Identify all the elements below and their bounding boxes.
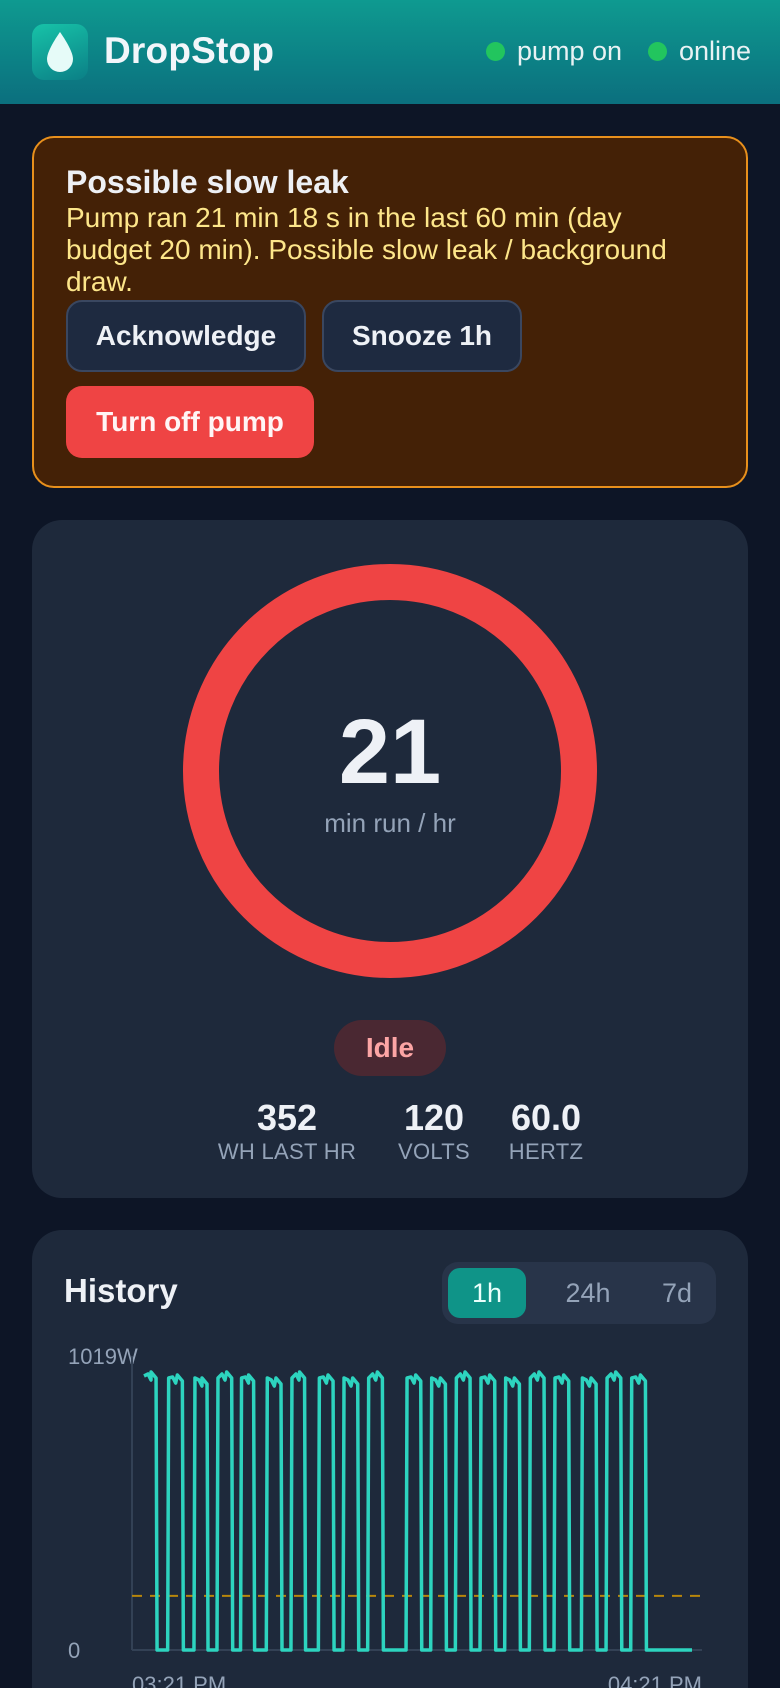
power-series-line (143, 1370, 693, 1652)
leak-alert-banner: Possible slow leak Pump ran 21 min 18 s … (32, 136, 748, 488)
y-axis-max-label: 1019W (68, 1344, 138, 1369)
alert-title: Possible slow leak (66, 164, 349, 200)
connection-status: online (648, 36, 751, 67)
alert-message: Pump ran 21 min 18 s in the last 60 min … (66, 202, 667, 297)
metric-label: HERTZ (508, 1139, 584, 1164)
pump-state-badge: Idle (334, 1020, 446, 1076)
range-1h-button[interactable]: 1h (448, 1268, 526, 1318)
range-selector: 1h 24h 7d (442, 1262, 716, 1324)
runtime-value: 21 (338, 701, 442, 803)
metric-value: 120 (403, 1097, 465, 1138)
history-title: History (64, 1272, 178, 1309)
runtime-unit: min run / hr (324, 808, 456, 838)
pump-status-label: pump on (517, 36, 623, 66)
metric-volts: 120 VOLTS (384, 1098, 484, 1166)
metric-wh-last-hr: 352 WH LAST HR (202, 1098, 372, 1166)
water-drop-icon (47, 32, 73, 72)
pump-status-dot (486, 42, 505, 61)
metric-hertz: 60.0 HERTZ (496, 1098, 596, 1166)
connection-status-label: online (679, 36, 752, 66)
metric-value: 352 (256, 1097, 318, 1138)
pump-status: pump on (486, 36, 622, 67)
range-24h-button[interactable]: 24h (538, 1268, 638, 1318)
snooze-button[interactable]: Snooze 1h (322, 300, 522, 372)
y-axis-min-label: 0 (68, 1638, 80, 1663)
app-logo (32, 24, 88, 80)
power-history-chart: 1019W 0 03:21 PM 04:21 PM (68, 1344, 702, 1688)
runtime-gauge-card: 21 min run / hr Idle 352 WH LAST HR 120 … (32, 520, 748, 1198)
connection-status-dot (648, 42, 667, 61)
x-axis-start-label: 03:21 PM (132, 1672, 226, 1688)
history-card: History 1h 24h 7d 1019W 0 03:21 PM 04:21… (32, 1230, 748, 1688)
acknowledge-button[interactable]: Acknowledge (66, 300, 306, 372)
turn-off-pump-button[interactable]: Turn off pump (66, 386, 314, 458)
metric-label: WH LAST HR (217, 1139, 357, 1164)
metric-label: VOLTS (397, 1139, 470, 1164)
app-header: DropStop pump on online (0, 0, 780, 104)
metric-value: 60.0 (510, 1097, 582, 1138)
x-axis-end-label: 04:21 PM (608, 1672, 702, 1688)
range-7d-button[interactable]: 7d (642, 1268, 712, 1318)
app-name: DropStop (104, 30, 275, 71)
